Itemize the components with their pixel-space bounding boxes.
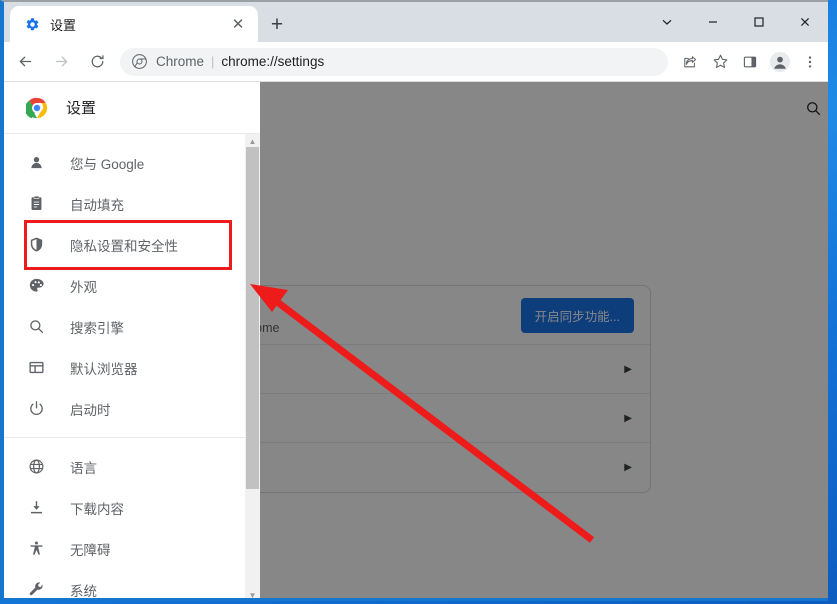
omnibox-url: chrome://settings: [221, 54, 325, 69]
sidebar-item-label: 语言: [70, 460, 97, 476]
back-icon[interactable]: [10, 47, 40, 77]
browser-icon: [26, 358, 46, 378]
wrench-icon: [26, 580, 46, 599]
sidebar-item-accessibility[interactable]: 无障碍: [4, 528, 260, 569]
maximize-icon[interactable]: [736, 6, 782, 38]
sidebar-item-label: 隐私设置和安全性: [70, 238, 178, 254]
settings-card: 人工智能技术 个性化设置 Chrome 开启同步功能... ▶ 资料 ▶: [260, 285, 651, 493]
chevron-down-icon[interactable]: [644, 6, 690, 38]
settings-gear-icon: [24, 16, 40, 32]
address-bar[interactable]: Chrome | chrome://settings: [120, 47, 668, 76]
sidebar-item-label: 您与 Google: [70, 156, 145, 172]
shield-icon: [26, 235, 46, 255]
turn-on-sync-button[interactable]: 开启同步功能...: [520, 297, 634, 333]
sidebar-item-label: 搜索引擎: [70, 320, 124, 336]
tab-strip: 设置 ✕ +: [4, 2, 828, 42]
new-tab-button[interactable]: +: [262, 10, 292, 38]
settings-page: 人工智能技术 个性化设置 Chrome 开启同步功能... ▶ 资料 ▶: [4, 82, 828, 599]
settings-row[interactable]: ▶: [260, 443, 650, 492]
autofill-icon: [26, 194, 46, 214]
sidebar-item-you-and-google[interactable]: 您与 Google: [4, 142, 260, 183]
reload-icon[interactable]: [82, 47, 112, 77]
scrollbar-thumb[interactable]: [246, 147, 259, 489]
chevron-right-icon: ▶: [624, 412, 632, 424]
sidebar-item-label: 外观: [70, 279, 97, 295]
settings-top-bar: [260, 82, 820, 134]
sidebar-item-label: 自动填充: [70, 197, 124, 213]
sidebar-scrollbar[interactable]: ▲ ▼: [245, 134, 260, 598]
power-icon: [26, 399, 46, 419]
page-title: 设置: [66, 100, 97, 117]
sidebar-item-on-startup[interactable]: 启动时: [4, 388, 260, 429]
chevron-right-icon: ▶: [624, 462, 632, 473]
accessibility-icon: [26, 539, 46, 559]
sidebar-item-system[interactable]: 系统: [4, 569, 260, 599]
sidebar-item-languages[interactable]: 语言: [4, 446, 260, 487]
settings-header: 设置: [4, 82, 260, 134]
settings-sidebar: 您与 Google 自动填充 隐私设置和安全性 外观 搜索引擎 默认浏览器 启动…: [4, 134, 260, 599]
omnibox-separator: |: [211, 54, 215, 69]
sidebar-item-autofill[interactable]: 自动填充: [4, 183, 260, 224]
settings-main-content: 人工智能技术 个性化设置 Chrome 开启同步功能... ▶ 资料 ▶: [260, 82, 828, 598]
sync-promo-texts: 人工智能技术 个性化设置 Chrome: [260, 295, 521, 336]
search-icon[interactable]: [801, 96, 825, 120]
palette-icon: [26, 276, 46, 296]
settings-row-label: 资料: [260, 409, 624, 428]
chrome-logo-icon: [130, 53, 148, 71]
forward-icon[interactable]: [46, 47, 76, 77]
sidebar-item-search-engine[interactable]: 搜索引擎: [4, 306, 260, 347]
browser-toolbar: Chrome | chrome://settings: [4, 42, 828, 82]
chevron-right-icon: ▶: [624, 363, 632, 375]
side-panel-icon[interactable]: [736, 48, 764, 76]
sidebar-item-label: 无障碍: [70, 542, 111, 558]
sidebar-item-label: 启动时: [70, 402, 111, 418]
search-icon: [26, 317, 46, 337]
sidebar-item-downloads[interactable]: 下载内容: [4, 487, 260, 528]
window-controls: [644, 2, 828, 42]
tab-title: 设置: [50, 17, 77, 33]
minimize-icon[interactable]: [690, 6, 736, 38]
globe-icon: [26, 457, 46, 477]
browser-tab-settings[interactable]: 设置 ✕: [10, 6, 258, 42]
sidebar-item-label: 下载内容: [70, 501, 124, 517]
sync-promo-title: 人工智能技术: [260, 295, 521, 314]
sidebar-divider: [4, 437, 260, 438]
three-dot-menu-icon[interactable]: [796, 48, 824, 76]
settings-row[interactable]: ▶: [260, 345, 650, 394]
sync-promo-subtitle: 个性化设置 Chrome: [260, 320, 280, 335]
sidebar-item-privacy-and-security[interactable]: 隐私设置和安全性: [4, 224, 260, 265]
download-icon: [26, 498, 46, 518]
sidebar-item-label: 默认浏览器: [70, 361, 138, 377]
sync-promo-row: 人工智能技术 个性化设置 Chrome 开启同步功能...: [260, 286, 650, 345]
star-icon[interactable]: [706, 48, 734, 76]
person-icon: [26, 153, 46, 173]
sidebar-item-default-browser[interactable]: 默认浏览器: [4, 347, 260, 388]
omnibox-scheme-label: Chrome: [156, 54, 205, 69]
browser-window: 设置 ✕ + Chrome | chrome://settings me 开启同…: [0, 0, 828, 601]
sidebar-menu: 您与 Google 自动填充 隐私设置和安全性 外观 搜索引擎 默认浏览器 启动…: [4, 134, 260, 599]
sidebar-item-label: 系统: [70, 583, 97, 599]
scrollbar-down-arrow-icon[interactable]: ▼: [245, 588, 260, 598]
toolbar-actions: [674, 48, 828, 76]
close-window-icon[interactable]: [782, 6, 828, 38]
chrome-logo-icon: [24, 97, 48, 119]
share-icon[interactable]: [676, 48, 704, 76]
settings-row[interactable]: 资料 ▶: [260, 394, 650, 443]
profile-avatar-icon[interactable]: [766, 48, 794, 76]
close-icon[interactable]: ✕: [226, 12, 250, 36]
sidebar-item-appearance[interactable]: 外观: [4, 265, 260, 306]
